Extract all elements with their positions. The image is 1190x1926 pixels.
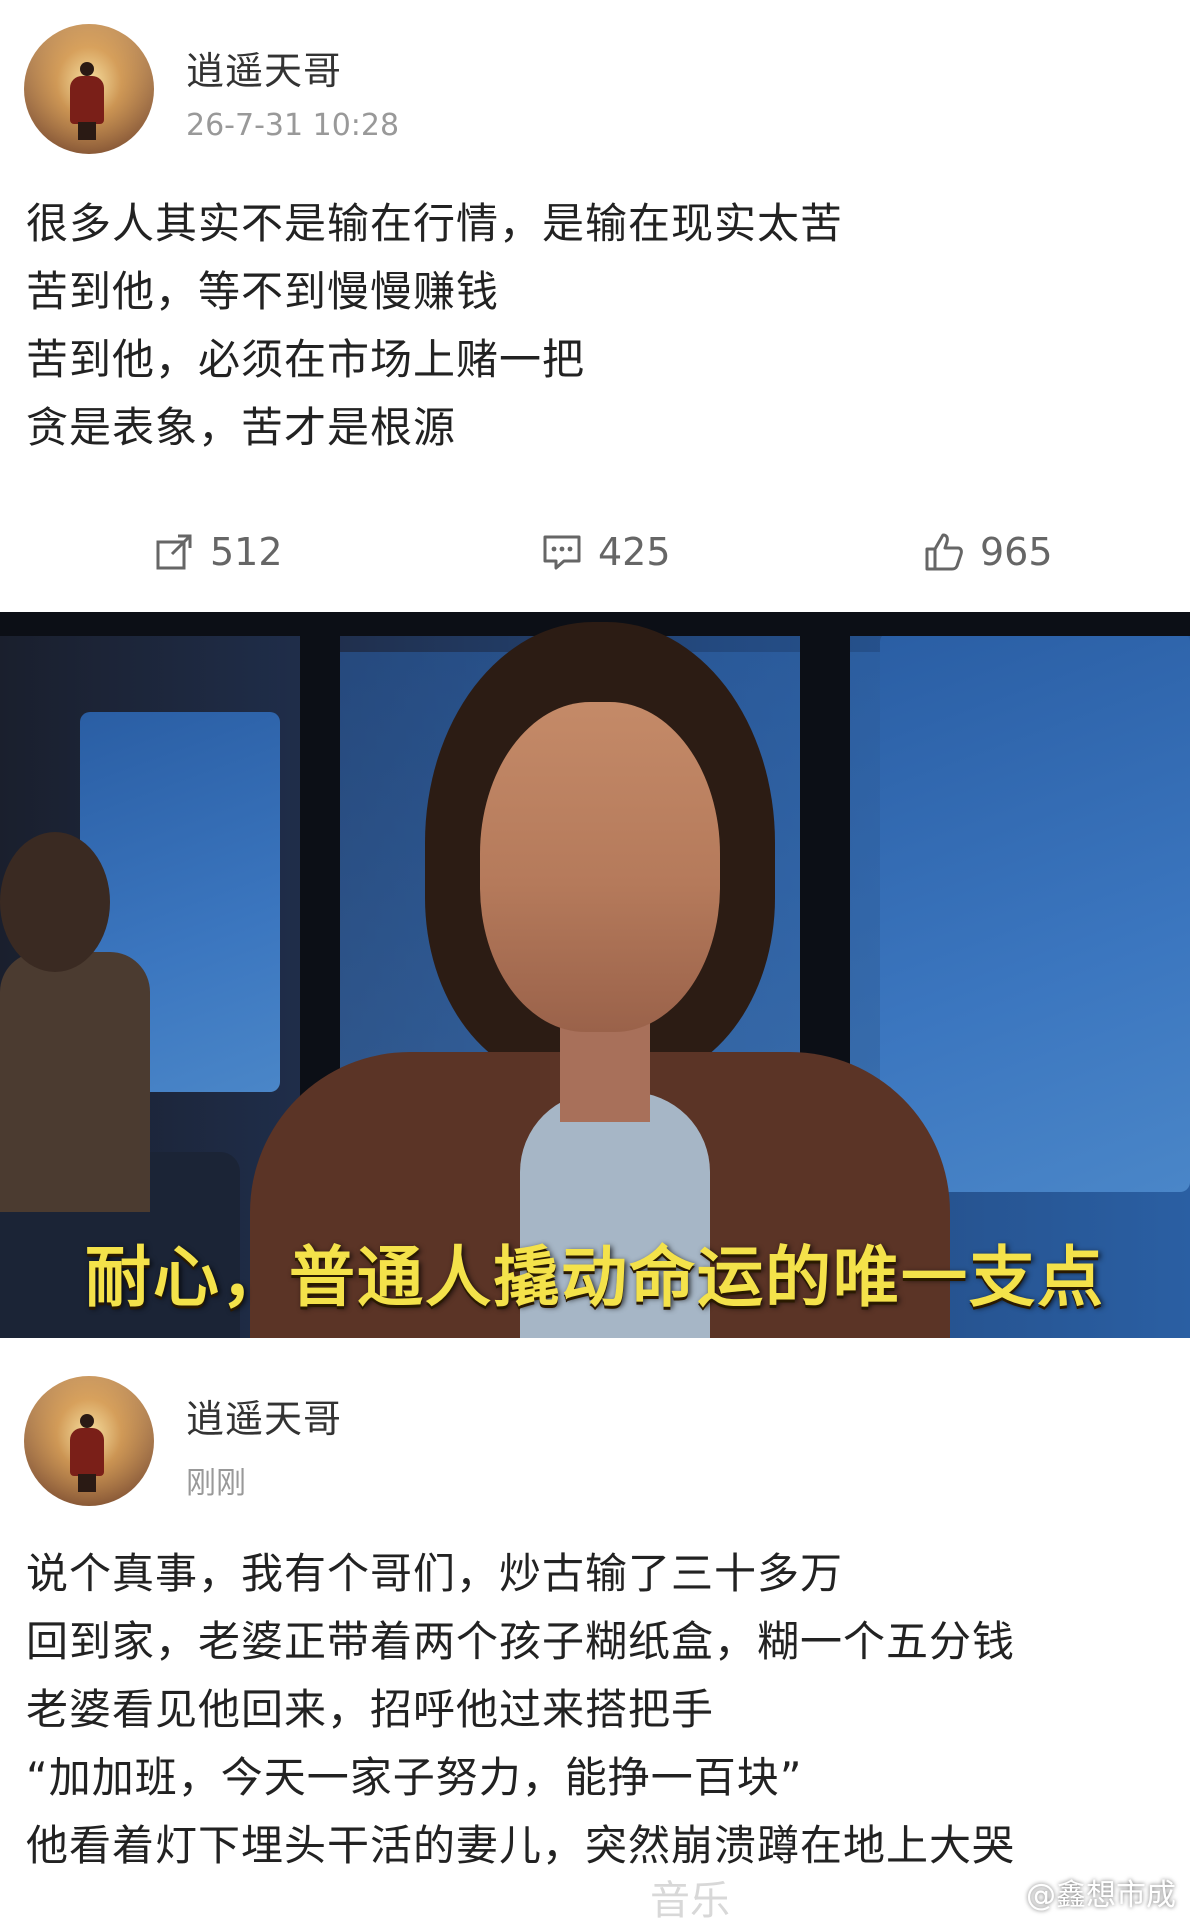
video-subtitle: 耐心，普通人撬动命运的唯一支点 [85, 1239, 1105, 1316]
post-line: 回到家，老婆正带着两个孩子糊纸盒，糊一个五分钱 [26, 1617, 1016, 1666]
action-bar: 512 425 965 [0, 522, 1190, 582]
watermark-text: @鑫想市成 [1026, 1878, 1176, 1913]
post-line: 老婆看见他回来，招呼他过来搭把手 [26, 1685, 715, 1734]
music-label: 音乐 [650, 1878, 730, 1924]
username[interactable]: 逍遥天哥 [186, 40, 342, 95]
post-line: 很多人其实不是输在行情，是输在现实太苦 [26, 199, 844, 248]
comment-count: 425 [598, 530, 671, 574]
post-card-bottom: 逍遥天哥 刚刚 说个真事，我有个哥们，炒古输了三十多万 回到家，老婆正带着两个孩… [0, 1340, 1190, 1924]
background-passenger [0, 952, 150, 1212]
like-count: 965 [980, 530, 1053, 574]
share-icon [156, 534, 192, 570]
post-card-top: 逍遥天哥 26-7-31 10:28 很多人其实不是输在行情，是输在现实太苦 苦… [0, 0, 1190, 610]
comment-icon [543, 535, 581, 570]
comment-button[interactable]: 425 [540, 522, 671, 582]
thumbs-up-icon [925, 533, 963, 571]
username[interactable]: 逍遥天哥 [186, 1388, 342, 1443]
post-line: 苦到他，等不到慢慢赚钱 [26, 267, 500, 316]
avatar[interactable] [24, 1376, 154, 1506]
post-time: 26-7-31 10:28 [186, 108, 400, 143]
post-line: 苦到他，必须在市场上赌一把 [26, 335, 586, 384]
post-time: 刚刚 [186, 1466, 246, 1501]
avatar-figure [80, 1414, 94, 1428]
post-content: 说个真事，我有个哥们，炒古输了三十多万 回到家，老婆正带着两个孩子糊纸盒，糊一个… [26, 1540, 1156, 1880]
watermark: @鑫想市成 [990, 1870, 1176, 1914]
post-line: 他看着灯下埋头干活的妻儿，突然崩溃蹲在地上大哭 [26, 1821, 1016, 1870]
video-frame[interactable]: 耐心，普通人撬动命运的唯一支点 [0, 612, 1190, 1338]
share-count: 512 [210, 530, 283, 574]
share-button[interactable]: 512 [152, 522, 283, 582]
post-line: “加加班，今天一家子努力，能挣一百块” [26, 1753, 803, 1802]
avatar[interactable] [24, 24, 154, 154]
weibo-logo-icon [990, 1881, 1019, 1904]
post-line: 说个真事，我有个哥们，炒古输了三十多万 [26, 1549, 844, 1598]
post-line: 贪是表象，苦才是根源 [26, 403, 457, 452]
bus-window [880, 632, 1190, 1192]
like-button[interactable]: 965 [922, 522, 1053, 582]
avatar-figure [80, 62, 94, 76]
post-content: 很多人其实不是输在行情，是输在现实太苦 苦到他，等不到慢慢赚钱 苦到他，必须在市… [26, 190, 1156, 462]
